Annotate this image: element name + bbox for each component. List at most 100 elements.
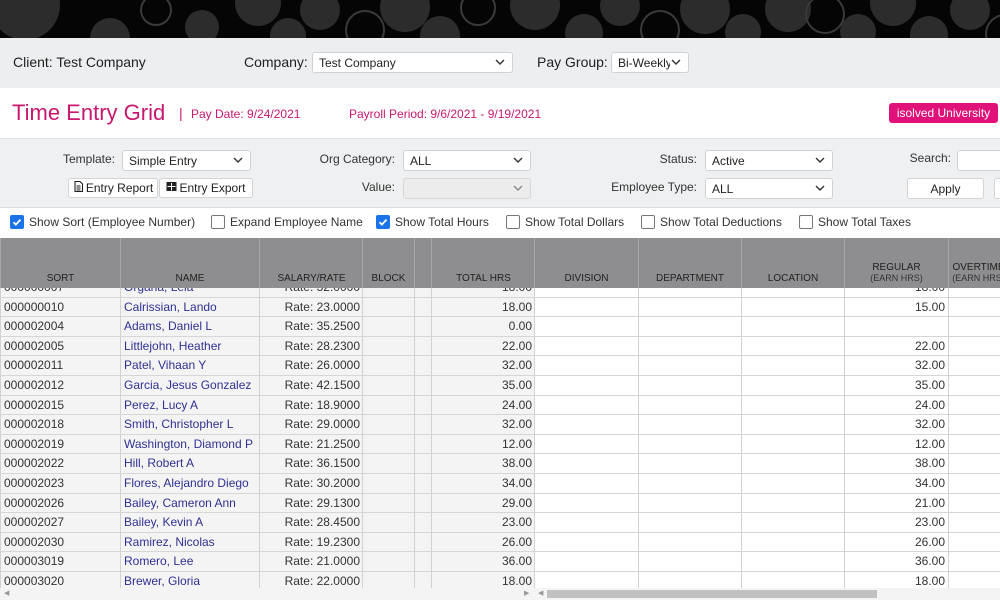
cell-location[interactable] (741, 513, 844, 532)
cell-department[interactable] (638, 395, 741, 415)
clear-button[interactable] (994, 178, 1000, 199)
cell-total-hrs[interactable]: 18.00 (431, 297, 535, 317)
cell-overtime[interactable] (948, 317, 1000, 336)
cell-location[interactable] (741, 454, 844, 473)
cell-regular[interactable]: 12.00 (844, 434, 948, 454)
cell-department[interactable] (638, 376, 741, 395)
cell-name[interactable]: Patel, Vihaan Y (120, 356, 259, 375)
cell-overtime[interactable] (948, 356, 1000, 375)
cell-total-hrs[interactable]: 35.00 (431, 376, 535, 395)
cell-regular[interactable]: 32.00 (844, 415, 948, 434)
company-select[interactable]: Test Company (312, 52, 513, 73)
cell-department[interactable] (638, 552, 741, 571)
cell-regular[interactable]: 36.00 (844, 552, 948, 571)
cell-department[interactable] (638, 288, 741, 297)
cell-name[interactable]: Garcia, Jesus Gonzalez (120, 376, 259, 395)
cell-location[interactable] (741, 395, 844, 415)
cell-overtime[interactable] (948, 415, 1000, 434)
cell-total-hrs[interactable]: 18.00 (431, 572, 535, 588)
value-select[interactable] (403, 178, 531, 199)
cell-total-hrs[interactable]: 26.00 (431, 532, 535, 552)
cell-total-hrs[interactable]: 32.00 (431, 356, 535, 375)
cell-name[interactable]: Smith, Christopher L (120, 415, 259, 434)
cell-name[interactable]: Ramirez, Nicolas (120, 532, 259, 552)
cell-department[interactable] (638, 454, 741, 473)
cell-department[interactable] (638, 356, 741, 375)
cell-name[interactable]: Bailey, Kevin A (120, 513, 259, 532)
cell-total-hrs[interactable]: 38.00 (431, 454, 535, 473)
cell-department[interactable] (638, 415, 741, 434)
cell-name[interactable]: Romero, Lee (120, 552, 259, 571)
status-select[interactable]: Active (705, 150, 833, 171)
pay-group-select[interactable]: Bi-Weekly (611, 52, 689, 73)
cell-name[interactable]: Calrissian, Lando (120, 297, 259, 317)
cell-location[interactable] (741, 474, 844, 493)
cell-overtime[interactable] (948, 376, 1000, 395)
cell-regular[interactable]: 35.00 (844, 376, 948, 395)
column-header-block[interactable]: BLOCK (362, 238, 414, 288)
cell-regular[interactable]: 18.00 (844, 288, 948, 297)
cell-department[interactable] (638, 474, 741, 493)
cell-location[interactable] (741, 376, 844, 395)
cell-overtime[interactable] (948, 395, 1000, 415)
cell-department[interactable] (638, 297, 741, 317)
cell-name[interactable]: Perez, Lucy A (120, 395, 259, 415)
option-show-total-hours[interactable]: Show Total Hours (376, 215, 489, 229)
scroll-left-arrow[interactable]: ◀ (4, 589, 9, 597)
cell-location[interactable] (741, 336, 844, 356)
cell-regular[interactable]: 32.00 (844, 356, 948, 375)
cell-overtime[interactable] (948, 493, 1000, 513)
checkbox-unchecked-icon[interactable] (641, 215, 655, 229)
cell-total-hrs[interactable]: 24.00 (431, 395, 535, 415)
option-show-total-taxes[interactable]: Show Total Taxes (799, 215, 911, 229)
cell-location[interactable] (741, 493, 844, 513)
column-header-location[interactable]: LOCATION (741, 238, 844, 288)
checkbox-unchecked-icon[interactable] (211, 215, 225, 229)
isolved-university-button[interactable]: isolved University (889, 103, 998, 123)
cell-name[interactable]: Flores, Alejandro Diego (120, 474, 259, 493)
template-select[interactable]: Simple Entry (122, 150, 251, 171)
cell-name[interactable]: Organa, Leia (120, 288, 259, 297)
cell-total-hrs[interactable]: 0.00 (431, 317, 535, 336)
column-header-division[interactable]: DIVISION (534, 238, 638, 288)
cell-location[interactable] (741, 572, 844, 588)
cell-overtime[interactable] (948, 532, 1000, 552)
checkbox-unchecked-icon[interactable] (799, 215, 813, 229)
cell-location[interactable] (741, 415, 844, 434)
cell-location[interactable] (741, 317, 844, 336)
column-header-name[interactable]: NAME (120, 238, 259, 288)
cell-location[interactable] (741, 434, 844, 454)
scroll-left-arrow[interactable]: ◀ (538, 589, 543, 597)
cell-total-hrs[interactable]: 12.00 (431, 434, 535, 454)
cell-name[interactable]: Hill, Robert A (120, 454, 259, 473)
org-category-select[interactable]: ALL (403, 150, 531, 171)
column-header-total-hrs[interactable]: TOTAL HRS (431, 238, 535, 288)
cell-department[interactable] (638, 336, 741, 356)
cell-name[interactable]: Littlejohn, Heather (120, 336, 259, 356)
frozen-pane-scrollbar[interactable]: ◀ ▶ (0, 588, 535, 600)
horizontal-scrollbar[interactable]: ◀ (535, 588, 1000, 600)
cell-overtime[interactable] (948, 434, 1000, 454)
cell-regular[interactable]: 38.00 (844, 454, 948, 473)
cell-total-hrs[interactable]: 34.00 (431, 474, 535, 493)
cell-overtime[interactable] (948, 552, 1000, 571)
scrollbar-thumb[interactable] (547, 590, 877, 598)
cell-location[interactable] (741, 356, 844, 375)
scroll-right-arrow[interactable]: ▶ (524, 589, 529, 597)
cell-regular[interactable]: 22.00 (844, 336, 948, 356)
column-header-overtime[interactable]: OVERTIME (EARN HRS) (948, 238, 1000, 288)
column-header-regular[interactable]: REGULAR (EARN HRS) (844, 238, 948, 288)
column-header-flag[interactable] (414, 238, 431, 288)
cell-regular[interactable] (844, 317, 948, 336)
cell-location[interactable] (741, 532, 844, 552)
cell-location[interactable] (741, 288, 844, 297)
cell-total-hrs[interactable]: 29.00 (431, 493, 535, 513)
cell-overtime[interactable] (948, 288, 1000, 297)
cell-department[interactable] (638, 317, 741, 336)
search-input[interactable] (957, 150, 1000, 171)
cell-overtime[interactable] (948, 513, 1000, 532)
apply-button[interactable]: Apply (907, 178, 984, 199)
cell-name[interactable]: Brewer, Gloria (120, 572, 259, 588)
entry-export-button[interactable]: Entry Export (159, 178, 253, 198)
column-header-department[interactable]: DEPARTMENT (638, 238, 741, 288)
